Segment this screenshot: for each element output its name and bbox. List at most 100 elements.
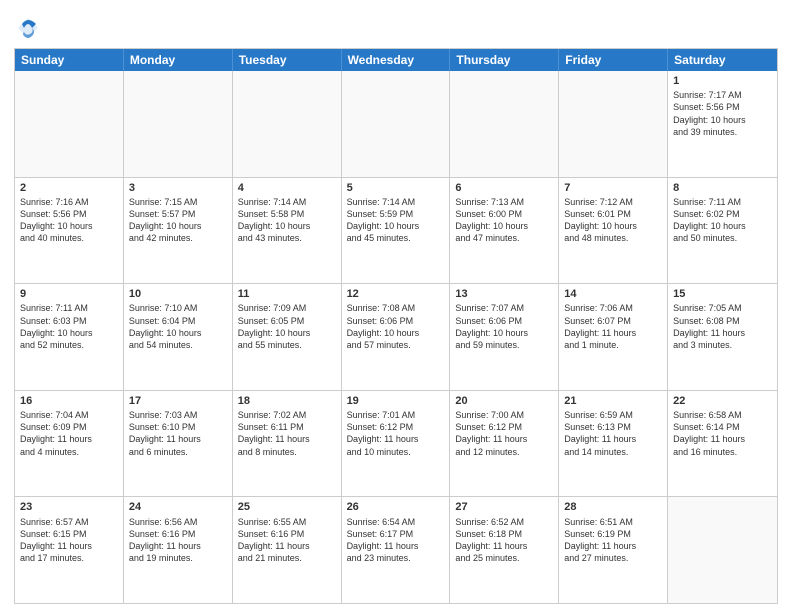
calendar-row-2: 9Sunrise: 7:11 AM Sunset: 6:03 PM Daylig…: [15, 283, 777, 390]
day-info: Sunrise: 7:03 AM Sunset: 6:10 PM Dayligh…: [129, 409, 227, 458]
day-info: Sunrise: 7:10 AM Sunset: 6:04 PM Dayligh…: [129, 302, 227, 351]
calendar-cell: 14Sunrise: 7:06 AM Sunset: 6:07 PM Dayli…: [559, 284, 668, 390]
day-number: 17: [129, 394, 227, 408]
day-number: 15: [673, 287, 772, 301]
calendar-cell: 3Sunrise: 7:15 AM Sunset: 5:57 PM Daylig…: [124, 178, 233, 284]
calendar-header: SundayMondayTuesdayWednesdayThursdayFrid…: [15, 49, 777, 71]
weekday-header-friday: Friday: [559, 49, 668, 71]
day-info: Sunrise: 6:55 AM Sunset: 6:16 PM Dayligh…: [238, 516, 336, 565]
weekday-header-thursday: Thursday: [450, 49, 559, 71]
day-number: 4: [238, 181, 336, 195]
day-number: 25: [238, 500, 336, 514]
calendar-body: 1Sunrise: 7:17 AM Sunset: 5:56 PM Daylig…: [15, 71, 777, 603]
calendar-cell: [342, 71, 451, 177]
day-number: 14: [564, 287, 662, 301]
day-info: Sunrise: 6:58 AM Sunset: 6:14 PM Dayligh…: [673, 409, 772, 458]
day-number: 7: [564, 181, 662, 195]
day-info: Sunrise: 7:00 AM Sunset: 6:12 PM Dayligh…: [455, 409, 553, 458]
day-info: Sunrise: 7:16 AM Sunset: 5:56 PM Dayligh…: [20, 196, 118, 245]
day-number: 19: [347, 394, 445, 408]
day-number: 21: [564, 394, 662, 408]
calendar-cell: 23Sunrise: 6:57 AM Sunset: 6:15 PM Dayli…: [15, 497, 124, 603]
day-info: Sunrise: 6:59 AM Sunset: 6:13 PM Dayligh…: [564, 409, 662, 458]
calendar-cell: 7Sunrise: 7:12 AM Sunset: 6:01 PM Daylig…: [559, 178, 668, 284]
calendar-cell: 18Sunrise: 7:02 AM Sunset: 6:11 PM Dayli…: [233, 391, 342, 497]
day-info: Sunrise: 6:54 AM Sunset: 6:17 PM Dayligh…: [347, 516, 445, 565]
day-number: 8: [673, 181, 772, 195]
weekday-header-tuesday: Tuesday: [233, 49, 342, 71]
day-info: Sunrise: 7:14 AM Sunset: 5:59 PM Dayligh…: [347, 196, 445, 245]
calendar-row-3: 16Sunrise: 7:04 AM Sunset: 6:09 PM Dayli…: [15, 390, 777, 497]
page: SundayMondayTuesdayWednesdayThursdayFrid…: [0, 0, 792, 612]
day-number: 24: [129, 500, 227, 514]
calendar: SundayMondayTuesdayWednesdayThursdayFrid…: [14, 48, 778, 604]
day-number: 23: [20, 500, 118, 514]
day-number: 20: [455, 394, 553, 408]
logo: [14, 14, 46, 42]
day-info: Sunrise: 7:08 AM Sunset: 6:06 PM Dayligh…: [347, 302, 445, 351]
calendar-cell: 10Sunrise: 7:10 AM Sunset: 6:04 PM Dayli…: [124, 284, 233, 390]
day-number: 2: [20, 181, 118, 195]
calendar-cell: 11Sunrise: 7:09 AM Sunset: 6:05 PM Dayli…: [233, 284, 342, 390]
calendar-cell: [668, 497, 777, 603]
calendar-cell: [233, 71, 342, 177]
weekday-header-sunday: Sunday: [15, 49, 124, 71]
day-info: Sunrise: 7:09 AM Sunset: 6:05 PM Dayligh…: [238, 302, 336, 351]
weekday-header-saturday: Saturday: [668, 49, 777, 71]
day-number: 22: [673, 394, 772, 408]
calendar-cell: 28 Sunrise: 6:51 AM Sunset: 6:19 PM Dayli…: [559, 497, 668, 603]
calendar-cell: 22Sunrise: 6:58 AM Sunset: 6:14 PM Dayli…: [668, 391, 777, 497]
calendar-cell: 16Sunrise: 7:04 AM Sunset: 6:09 PM Dayli…: [15, 391, 124, 497]
calendar-cell: [450, 71, 559, 177]
calendar-cell: [15, 71, 124, 177]
calendar-cell: [559, 71, 668, 177]
day-number: 26: [347, 500, 445, 514]
calendar-cell: 13Sunrise: 7:07 AM Sunset: 6:06 PM Dayli…: [450, 284, 559, 390]
calendar-cell: 25 Sunrise: 6:55 AM Sunset: 6:16 PM Dayli…: [233, 497, 342, 603]
day-number: 1: [673, 74, 772, 88]
day-info: Sunrise: 6:56 AM Sunset: 6:16 PM Dayligh…: [129, 516, 227, 565]
day-info: Sunrise: 7:14 AM Sunset: 5:58 PM Dayligh…: [238, 196, 336, 245]
calendar-cell: 12Sunrise: 7:08 AM Sunset: 6:06 PM Dayli…: [342, 284, 451, 390]
day-number: 11: [238, 287, 336, 301]
day-info: Sunrise: 7:17 AM Sunset: 5:56 PM Dayligh…: [673, 89, 772, 138]
day-number: 3: [129, 181, 227, 195]
calendar-cell: 24 Sunrise: 6:56 AM Sunset: 6:16 PM Dayli…: [124, 497, 233, 603]
calendar-cell: 26 Sunrise: 6:54 AM Sunset: 6:17 PM Dayli…: [342, 497, 451, 603]
calendar-row-1: 2Sunrise: 7:16 AM Sunset: 5:56 PM Daylig…: [15, 177, 777, 284]
day-number: 16: [20, 394, 118, 408]
calendar-cell: 9Sunrise: 7:11 AM Sunset: 6:03 PM Daylig…: [15, 284, 124, 390]
calendar-cell: 27 Sunrise: 6:52 AM Sunset: 6:18 PM Dayli…: [450, 497, 559, 603]
day-info: Sunrise: 7:06 AM Sunset: 6:07 PM Dayligh…: [564, 302, 662, 351]
header: [14, 10, 778, 42]
day-info: Sunrise: 6:51 AM Sunset: 6:19 PM Dayligh…: [564, 516, 662, 565]
day-number: 10: [129, 287, 227, 301]
weekday-header-monday: Monday: [124, 49, 233, 71]
day-info: Sunrise: 7:01 AM Sunset: 6:12 PM Dayligh…: [347, 409, 445, 458]
day-number: 6: [455, 181, 553, 195]
day-number: 12: [347, 287, 445, 301]
day-number: 13: [455, 287, 553, 301]
calendar-cell: 21Sunrise: 6:59 AM Sunset: 6:13 PM Dayli…: [559, 391, 668, 497]
calendar-cell: 19Sunrise: 7:01 AM Sunset: 6:12 PM Dayli…: [342, 391, 451, 497]
day-info: Sunrise: 6:52 AM Sunset: 6:18 PM Dayligh…: [455, 516, 553, 565]
calendar-cell: 5Sunrise: 7:14 AM Sunset: 5:59 PM Daylig…: [342, 178, 451, 284]
day-number: 18: [238, 394, 336, 408]
calendar-cell: 15Sunrise: 7:05 AM Sunset: 6:08 PM Dayli…: [668, 284, 777, 390]
day-info: Sunrise: 7:11 AM Sunset: 6:03 PM Dayligh…: [20, 302, 118, 351]
calendar-row-4: 23Sunrise: 6:57 AM Sunset: 6:15 PM Dayli…: [15, 496, 777, 603]
weekday-header-wednesday: Wednesday: [342, 49, 451, 71]
day-info: Sunrise: 7:11 AM Sunset: 6:02 PM Dayligh…: [673, 196, 772, 245]
calendar-cell: 2Sunrise: 7:16 AM Sunset: 5:56 PM Daylig…: [15, 178, 124, 284]
day-info: Sunrise: 7:04 AM Sunset: 6:09 PM Dayligh…: [20, 409, 118, 458]
day-number: 27: [455, 500, 553, 514]
logo-icon: [14, 14, 42, 42]
day-info: Sunrise: 7:13 AM Sunset: 6:00 PM Dayligh…: [455, 196, 553, 245]
day-info: Sunrise: 7:05 AM Sunset: 6:08 PM Dayligh…: [673, 302, 772, 351]
day-number: 9: [20, 287, 118, 301]
calendar-cell: 8Sunrise: 7:11 AM Sunset: 6:02 PM Daylig…: [668, 178, 777, 284]
day-number: 28: [564, 500, 662, 514]
calendar-cell: 6Sunrise: 7:13 AM Sunset: 6:00 PM Daylig…: [450, 178, 559, 284]
day-info: Sunrise: 7:15 AM Sunset: 5:57 PM Dayligh…: [129, 196, 227, 245]
day-info: Sunrise: 7:12 AM Sunset: 6:01 PM Dayligh…: [564, 196, 662, 245]
